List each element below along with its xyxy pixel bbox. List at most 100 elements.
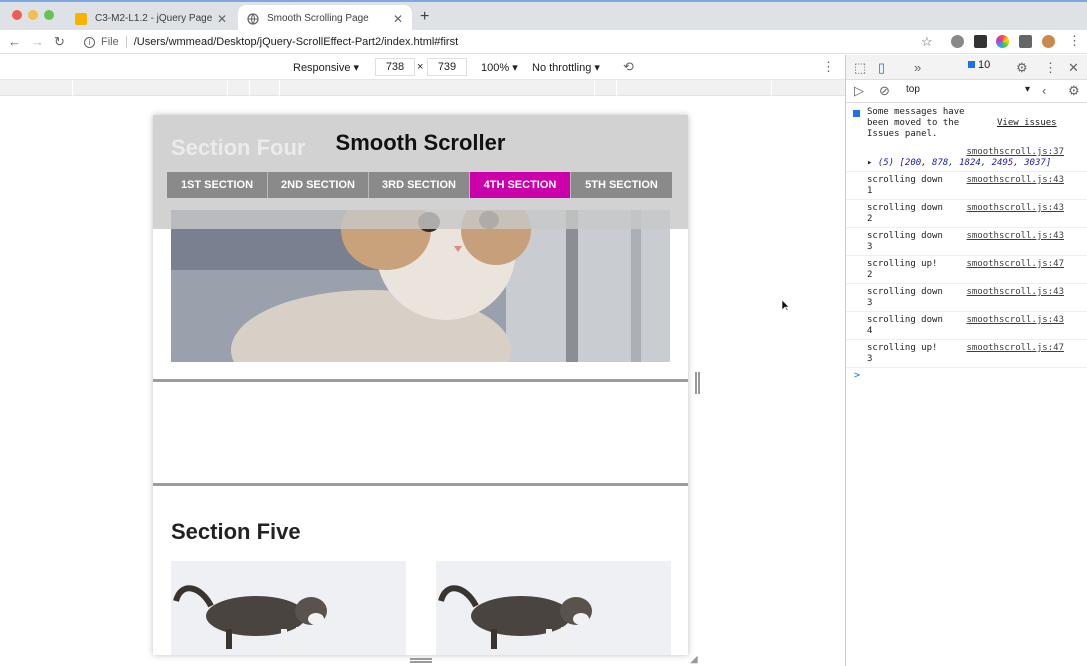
tab-label: C3-M2-L1.2 - jQuery Page Loc bbox=[95, 13, 214, 24]
maximize-window-button[interactable] bbox=[44, 10, 54, 20]
times-sign: × bbox=[417, 61, 424, 73]
source-link[interactable]: smoothscroll.js:37 bbox=[966, 147, 1064, 158]
source-link[interactable]: smoothscroll.js:43 bbox=[966, 231, 1064, 242]
message-text: scrolling down bbox=[867, 203, 943, 213]
device-mode-select[interactable]: Responsive ▾ bbox=[293, 61, 359, 74]
clear-console-icon[interactable]: ⊘ bbox=[879, 83, 890, 99]
nav-5th-section[interactable]: 5TH SECTION bbox=[571, 172, 672, 198]
close-tab-icon[interactable]: ✕ bbox=[214, 12, 230, 26]
notion-icon[interactable] bbox=[974, 35, 987, 48]
message-value: 3 bbox=[867, 242, 873, 252]
view-issues-link[interactable]: View issues bbox=[997, 118, 1057, 129]
throttle-select[interactable]: No throttling ▾ bbox=[532, 61, 600, 74]
sidebar-toggle-icon[interactable]: ▷ bbox=[854, 83, 864, 99]
message-value: 1 bbox=[867, 186, 873, 196]
chevron-left-icon[interactable]: ‹ bbox=[1042, 83, 1046, 98]
avatar[interactable] bbox=[1042, 35, 1055, 48]
source-link[interactable]: smoothscroll.js:43 bbox=[966, 175, 1064, 186]
new-tab-button[interactable]: + bbox=[420, 8, 429, 26]
height-input[interactable]: 739 bbox=[427, 58, 467, 76]
more-tabs-icon[interactable]: » bbox=[914, 60, 921, 75]
color-picker-icon[interactable] bbox=[996, 35, 1009, 48]
menu-kebab-icon[interactable]: ⋮ bbox=[1068, 33, 1081, 49]
forward-icon[interactable]: → bbox=[31, 34, 44, 49]
message-value: 2 bbox=[867, 214, 873, 224]
minimize-window-button[interactable] bbox=[28, 10, 38, 20]
media-query-segment[interactable] bbox=[250, 80, 280, 96]
puzzle-extensions-icon[interactable] bbox=[1019, 35, 1032, 48]
slides-icon bbox=[75, 12, 87, 25]
context-select[interactable]: top ▾ bbox=[906, 84, 1030, 99]
bookmark-star-icon[interactable]: ☆ bbox=[921, 34, 933, 50]
source-link[interactable]: smoothscroll.js:47 bbox=[966, 343, 1064, 354]
source-link[interactable]: smoothscroll.js:47 bbox=[966, 259, 1064, 270]
address-bar[interactable]: i File /Users/wmmead/Desktop/jQuery-Scro… bbox=[76, 32, 946, 52]
console-log: Some messages have been moved to the Iss… bbox=[846, 104, 1087, 383]
zoom-select[interactable]: 100% ▾ bbox=[481, 61, 518, 74]
info-icon bbox=[853, 110, 860, 117]
url-text: /Users/wmmead/Desktop/jQuery-ScrollEffec… bbox=[133, 36, 459, 48]
array-output[interactable]: ▸ (5) [200, 878, 1824, 2495, 3037] bbox=[867, 158, 1084, 169]
expand-arrow-icon[interactable]: ▸ bbox=[867, 158, 872, 168]
corner-resize-handle[interactable]: ◢ bbox=[690, 654, 698, 665]
close-devtools-icon[interactable]: ✕ bbox=[1068, 60, 1079, 76]
message-text: scrolling up! bbox=[867, 259, 938, 269]
back-icon[interactable]: ← bbox=[8, 34, 21, 49]
source-link[interactable]: smoothscroll.js:43 bbox=[966, 287, 1064, 298]
console-message: scrolling down smoothscroll.js:43 4 bbox=[846, 312, 1087, 340]
media-query-segment[interactable] bbox=[617, 80, 772, 96]
media-query-segment[interactable] bbox=[595, 80, 617, 96]
issues-badge[interactable]: 10 bbox=[964, 59, 994, 75]
console-message: scrolling down smoothscroll.js:43 1 bbox=[846, 172, 1087, 200]
media-query-bar[interactable] bbox=[0, 80, 845, 96]
nav-2nd-section[interactable]: 2ND SECTION bbox=[268, 172, 369, 198]
media-query-segment[interactable] bbox=[0, 80, 73, 96]
section-divider bbox=[153, 379, 688, 382]
console-message: scrolling down smoothscroll.js:43 3 bbox=[846, 228, 1087, 256]
close-window-button[interactable] bbox=[12, 10, 22, 20]
nav-1st-section[interactable]: 1ST SECTION bbox=[167, 172, 268, 198]
settings-gear-icon[interactable]: ⚙ bbox=[1016, 60, 1028, 76]
device-toggle-icon[interactable]: ▯ bbox=[878, 60, 885, 76]
message-text: scrolling down bbox=[867, 315, 943, 325]
inspect-element-icon[interactable]: ⬚ bbox=[854, 60, 866, 76]
emulated-page: Section Four Smooth Scroller 1ST SECTION… bbox=[153, 115, 688, 655]
message-text: scrolling up! bbox=[867, 343, 938, 353]
close-tab-icon[interactable]: ✕ bbox=[390, 12, 406, 26]
issues-icon bbox=[968, 61, 975, 68]
array-value: (5) [200, 878, 1824, 2495, 3037] bbox=[877, 158, 1052, 168]
tab-slides[interactable]: C3-M2-L1.2 - jQuery Page Loc ✕ bbox=[66, 5, 236, 32]
navigation-bar: ← → ↻ i File /Users/wmmead/Desktop/jQuer… bbox=[0, 30, 1087, 54]
media-query-segment[interactable] bbox=[228, 80, 250, 96]
height-resize-handle[interactable] bbox=[410, 658, 432, 663]
info-text: Some messages have been moved to the Iss… bbox=[867, 107, 965, 139]
console-message: scrolling up! smoothscroll.js:47 3 bbox=[846, 340, 1087, 368]
console-settings-icon[interactable]: ⚙ bbox=[1068, 83, 1080, 99]
width-input[interactable]: 738 bbox=[375, 58, 415, 76]
console-prompt[interactable]: > bbox=[846, 368, 1087, 383]
extension-icon[interactable] bbox=[951, 35, 964, 48]
reload-icon[interactable]: ↻ bbox=[54, 34, 65, 50]
media-query-segment[interactable] bbox=[73, 80, 228, 96]
viewport-stage: Section Four Smooth Scroller 1ST SECTION… bbox=[0, 96, 845, 666]
message-text: scrolling down bbox=[867, 287, 943, 297]
rotate-icon[interactable]: ⟲ bbox=[623, 59, 634, 75]
message-text: scrolling down bbox=[867, 231, 943, 241]
info-icon[interactable]: i bbox=[84, 36, 95, 48]
section-five-heading: Section Five bbox=[171, 519, 301, 544]
nav-4th-section[interactable]: 4TH SECTION bbox=[470, 172, 571, 198]
device-toolbar-menu-icon[interactable]: ⋮ bbox=[822, 59, 835, 75]
tab-smooth-scrolling[interactable]: Smooth Scrolling Page ✕ bbox=[238, 5, 412, 32]
kitten-photo bbox=[171, 210, 670, 362]
devtools-menu-icon[interactable]: ⋮ bbox=[1044, 60, 1057, 76]
source-link[interactable]: smoothscroll.js:43 bbox=[966, 315, 1064, 326]
message-value: 4 bbox=[867, 326, 873, 336]
nav-3rd-section[interactable]: 3RD SECTION bbox=[369, 172, 470, 198]
source-link[interactable]: smoothscroll.js:43 bbox=[966, 203, 1064, 214]
media-query-segment[interactable] bbox=[565, 80, 595, 96]
cat-photo-right bbox=[436, 561, 671, 655]
cat-photo-left bbox=[171, 561, 406, 655]
site-title: Smooth Scroller bbox=[335, 130, 506, 155]
console-toolbar: ▷ ⊘ top ▾ ‹ ⚙ bbox=[846, 80, 1087, 103]
width-resize-handle[interactable] bbox=[695, 372, 700, 394]
